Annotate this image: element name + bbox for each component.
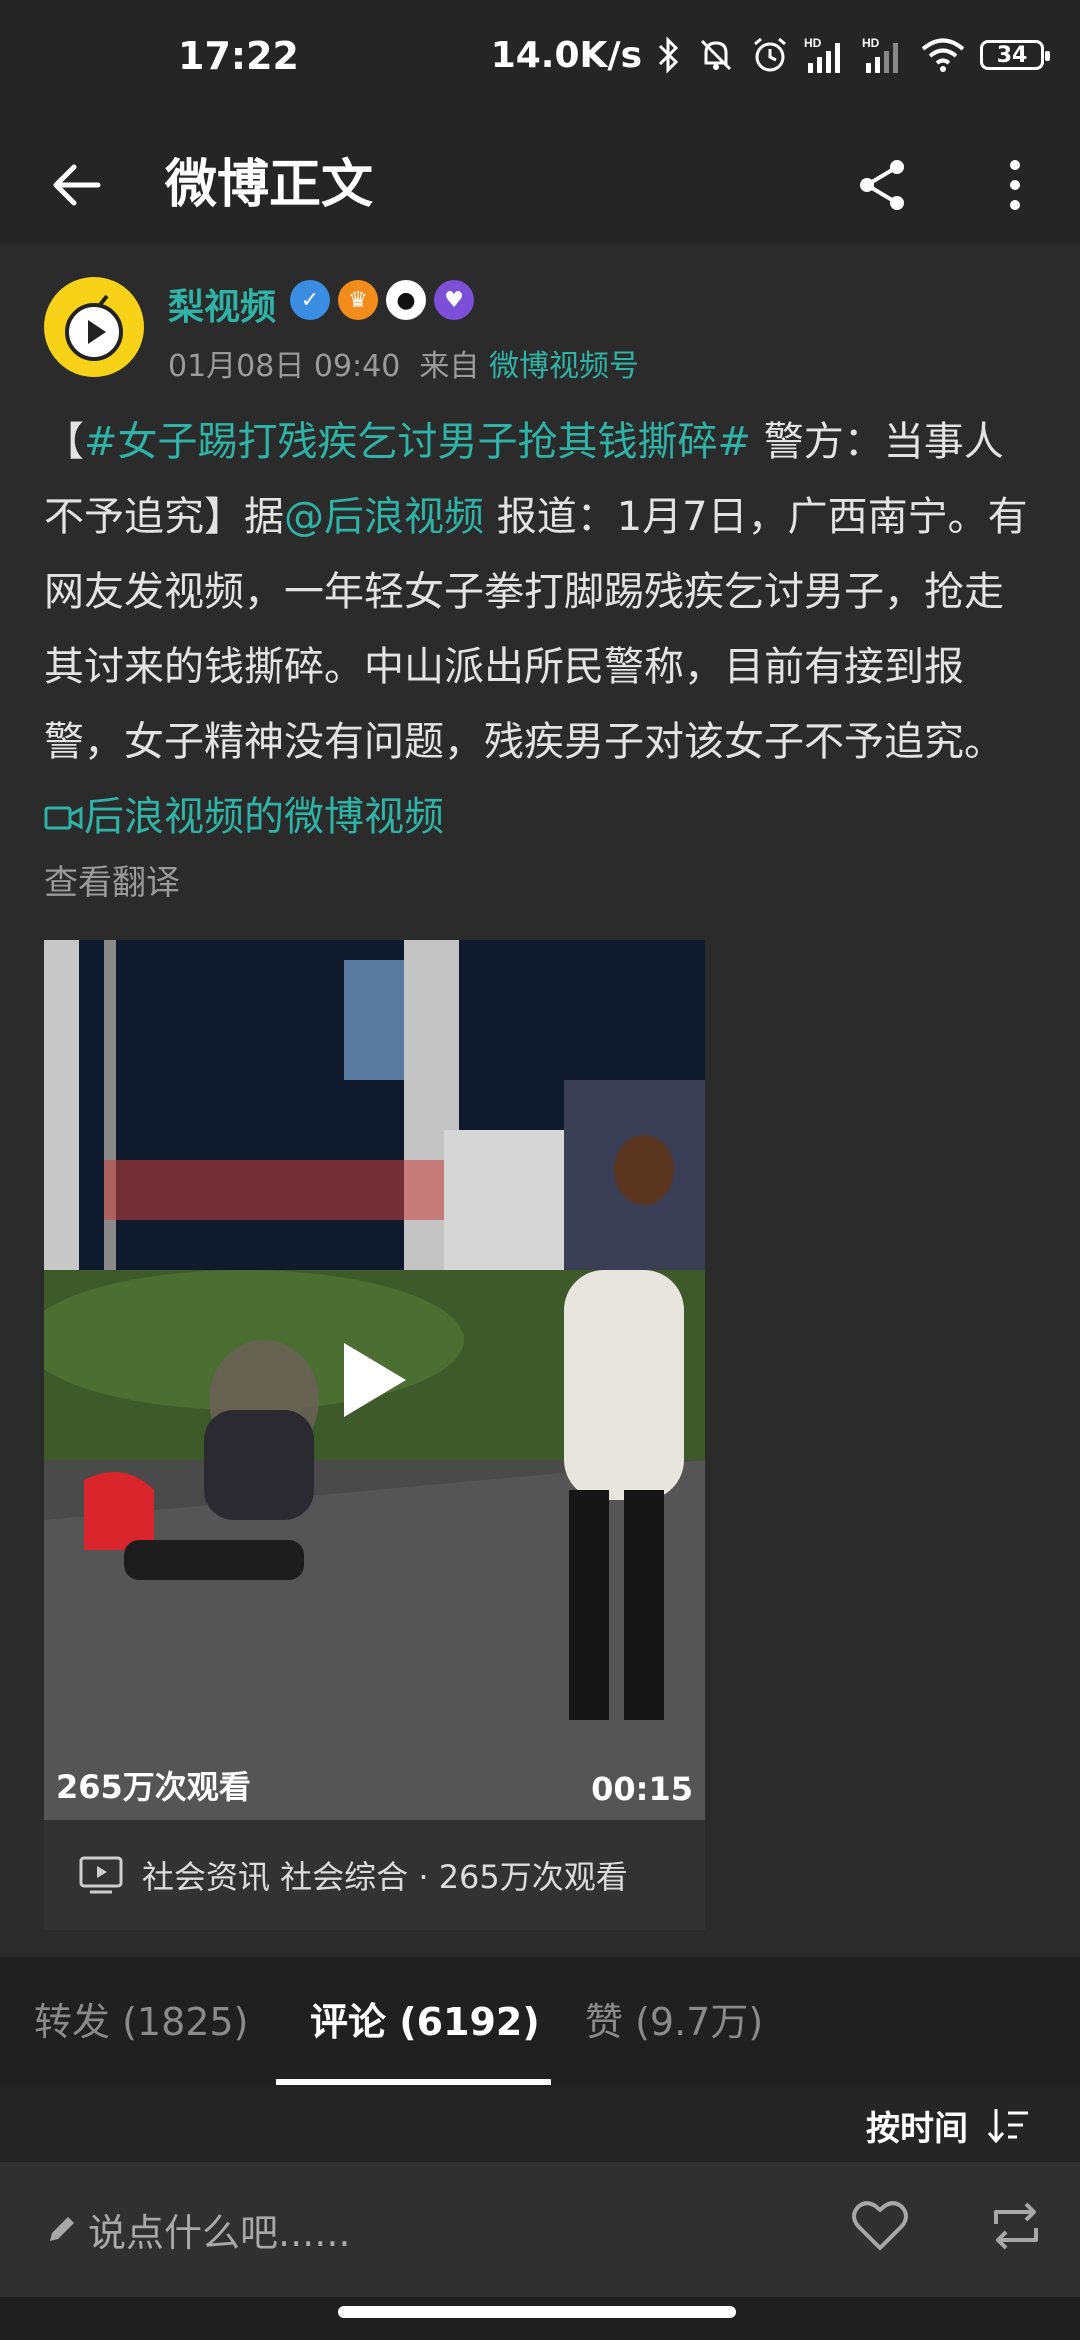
- from-label: 来自: [419, 349, 480, 384]
- video-link[interactable]: 后浪视频的微博视频: [44, 794, 444, 840]
- comment-input[interactable]: 说点什么吧......: [44, 2202, 350, 2257]
- video-link-label: 后浪视频的微博视频: [84, 794, 444, 840]
- translate-link[interactable]: 查看翻译: [44, 855, 180, 904]
- app-bar: 微博正文: [0, 120, 1080, 245]
- post-meta: 01月08日 09:40 来自 微博视频号: [168, 341, 639, 385]
- status-bar: 17:22 14.0K/s HD HD 34: [0, 0, 1080, 120]
- svg-text:HD: HD: [804, 36, 822, 50]
- hashtag-link[interactable]: #女子踢打残疾乞讨男子抢其钱撕碎#: [84, 419, 751, 465]
- author-badges: ✓ ♛ ● ♥: [290, 280, 474, 320]
- sort-button[interactable]: 按时间: [866, 2101, 968, 2150]
- network-speed: 14.0K/s: [490, 34, 642, 76]
- tab-bar: 转发 (1825) 评论 (6192) 赞 (9.7万): [0, 1957, 1080, 2087]
- tab-likes[interactable]: 赞 (9.7万): [585, 1957, 763, 2087]
- like-button[interactable]: [850, 2198, 910, 2258]
- tab-comments[interactable]: 评论 (6192): [310, 1957, 540, 2087]
- status-icons: 14.0K/s HD HD 34: [490, 30, 1050, 80]
- tab-reposts[interactable]: 转发 (1825): [34, 1957, 248, 2087]
- active-tab-indicator: [276, 2079, 551, 2085]
- post-card: 梨视频 ✓ ♛ ● ♥ 01月08日 09:40 来自 微博视频号 【#女子踢打…: [0, 245, 1080, 1957]
- pencil-icon: [50, 2216, 74, 2241]
- signal-icon: HD: [804, 35, 848, 75]
- sort-icon: [987, 2109, 1028, 2144]
- avatar[interactable]: [44, 277, 144, 377]
- signal-icon: HD: [862, 35, 906, 75]
- battery-icon: 34: [980, 40, 1050, 70]
- video-views: 265万次观看: [56, 1768, 251, 1806]
- repost-icon: [994, 2202, 1038, 2250]
- video-camera-icon: [44, 806, 83, 830]
- video-player[interactable]: 265万次观看 00:15: [44, 940, 705, 1820]
- repost-button[interactable]: [988, 2198, 1044, 2258]
- verified-icon: ✓: [290, 280, 330, 320]
- video-info-bar[interactable]: 社会资讯 社会综合 · 265万次观看: [44, 1820, 705, 1930]
- video-info-text: 社会资讯 社会综合 · 265万次观看: [142, 1858, 628, 1896]
- author-name[interactable]: 梨视频: [168, 278, 276, 330]
- sort-row: 按时间: [0, 2087, 1080, 2162]
- share-icon: [860, 160, 904, 210]
- vip-crown-icon: ♛: [338, 280, 378, 320]
- wifi-icon: [920, 36, 966, 74]
- bluetooth-icon: [656, 36, 682, 74]
- more-vertical-icon: [1010, 160, 1020, 210]
- mention-link[interactable]: @后浪视频: [284, 494, 484, 540]
- video-duration: 00:15: [591, 1770, 693, 1808]
- panda-icon: ●: [386, 280, 426, 320]
- play-button[interactable]: [334, 1335, 414, 1429]
- bottom-bar: 说点什么吧......: [0, 2162, 1080, 2297]
- post-source[interactable]: 微博视频号: [489, 349, 639, 384]
- svg-text:HD: HD: [862, 36, 880, 50]
- play-icon: [344, 1343, 406, 1417]
- mute-icon: [696, 35, 736, 75]
- comment-placeholder: 说点什么吧......: [88, 2211, 351, 2255]
- status-time: 17:22: [178, 34, 299, 78]
- back-arrow-icon: [53, 164, 101, 206]
- home-indicator[interactable]: [338, 2306, 736, 2318]
- page-title: 微博正文: [165, 155, 374, 215]
- alarm-icon: [750, 35, 790, 75]
- more-button[interactable]: [980, 150, 1050, 220]
- post-date: 01月08日 09:40: [168, 349, 401, 384]
- back-button[interactable]: [42, 150, 112, 220]
- text-open-bracket: 【: [44, 419, 84, 465]
- share-button[interactable]: [848, 150, 918, 220]
- post-text: 【#女子踢打残疾乞讨男子抢其钱撕碎# 警方：当事人不予追究】据@后浪视频 报道：…: [44, 405, 1034, 855]
- shield-icon: ♥: [434, 280, 474, 320]
- heart-icon: [852, 2201, 908, 2250]
- video-channel-icon: [79, 1856, 123, 1894]
